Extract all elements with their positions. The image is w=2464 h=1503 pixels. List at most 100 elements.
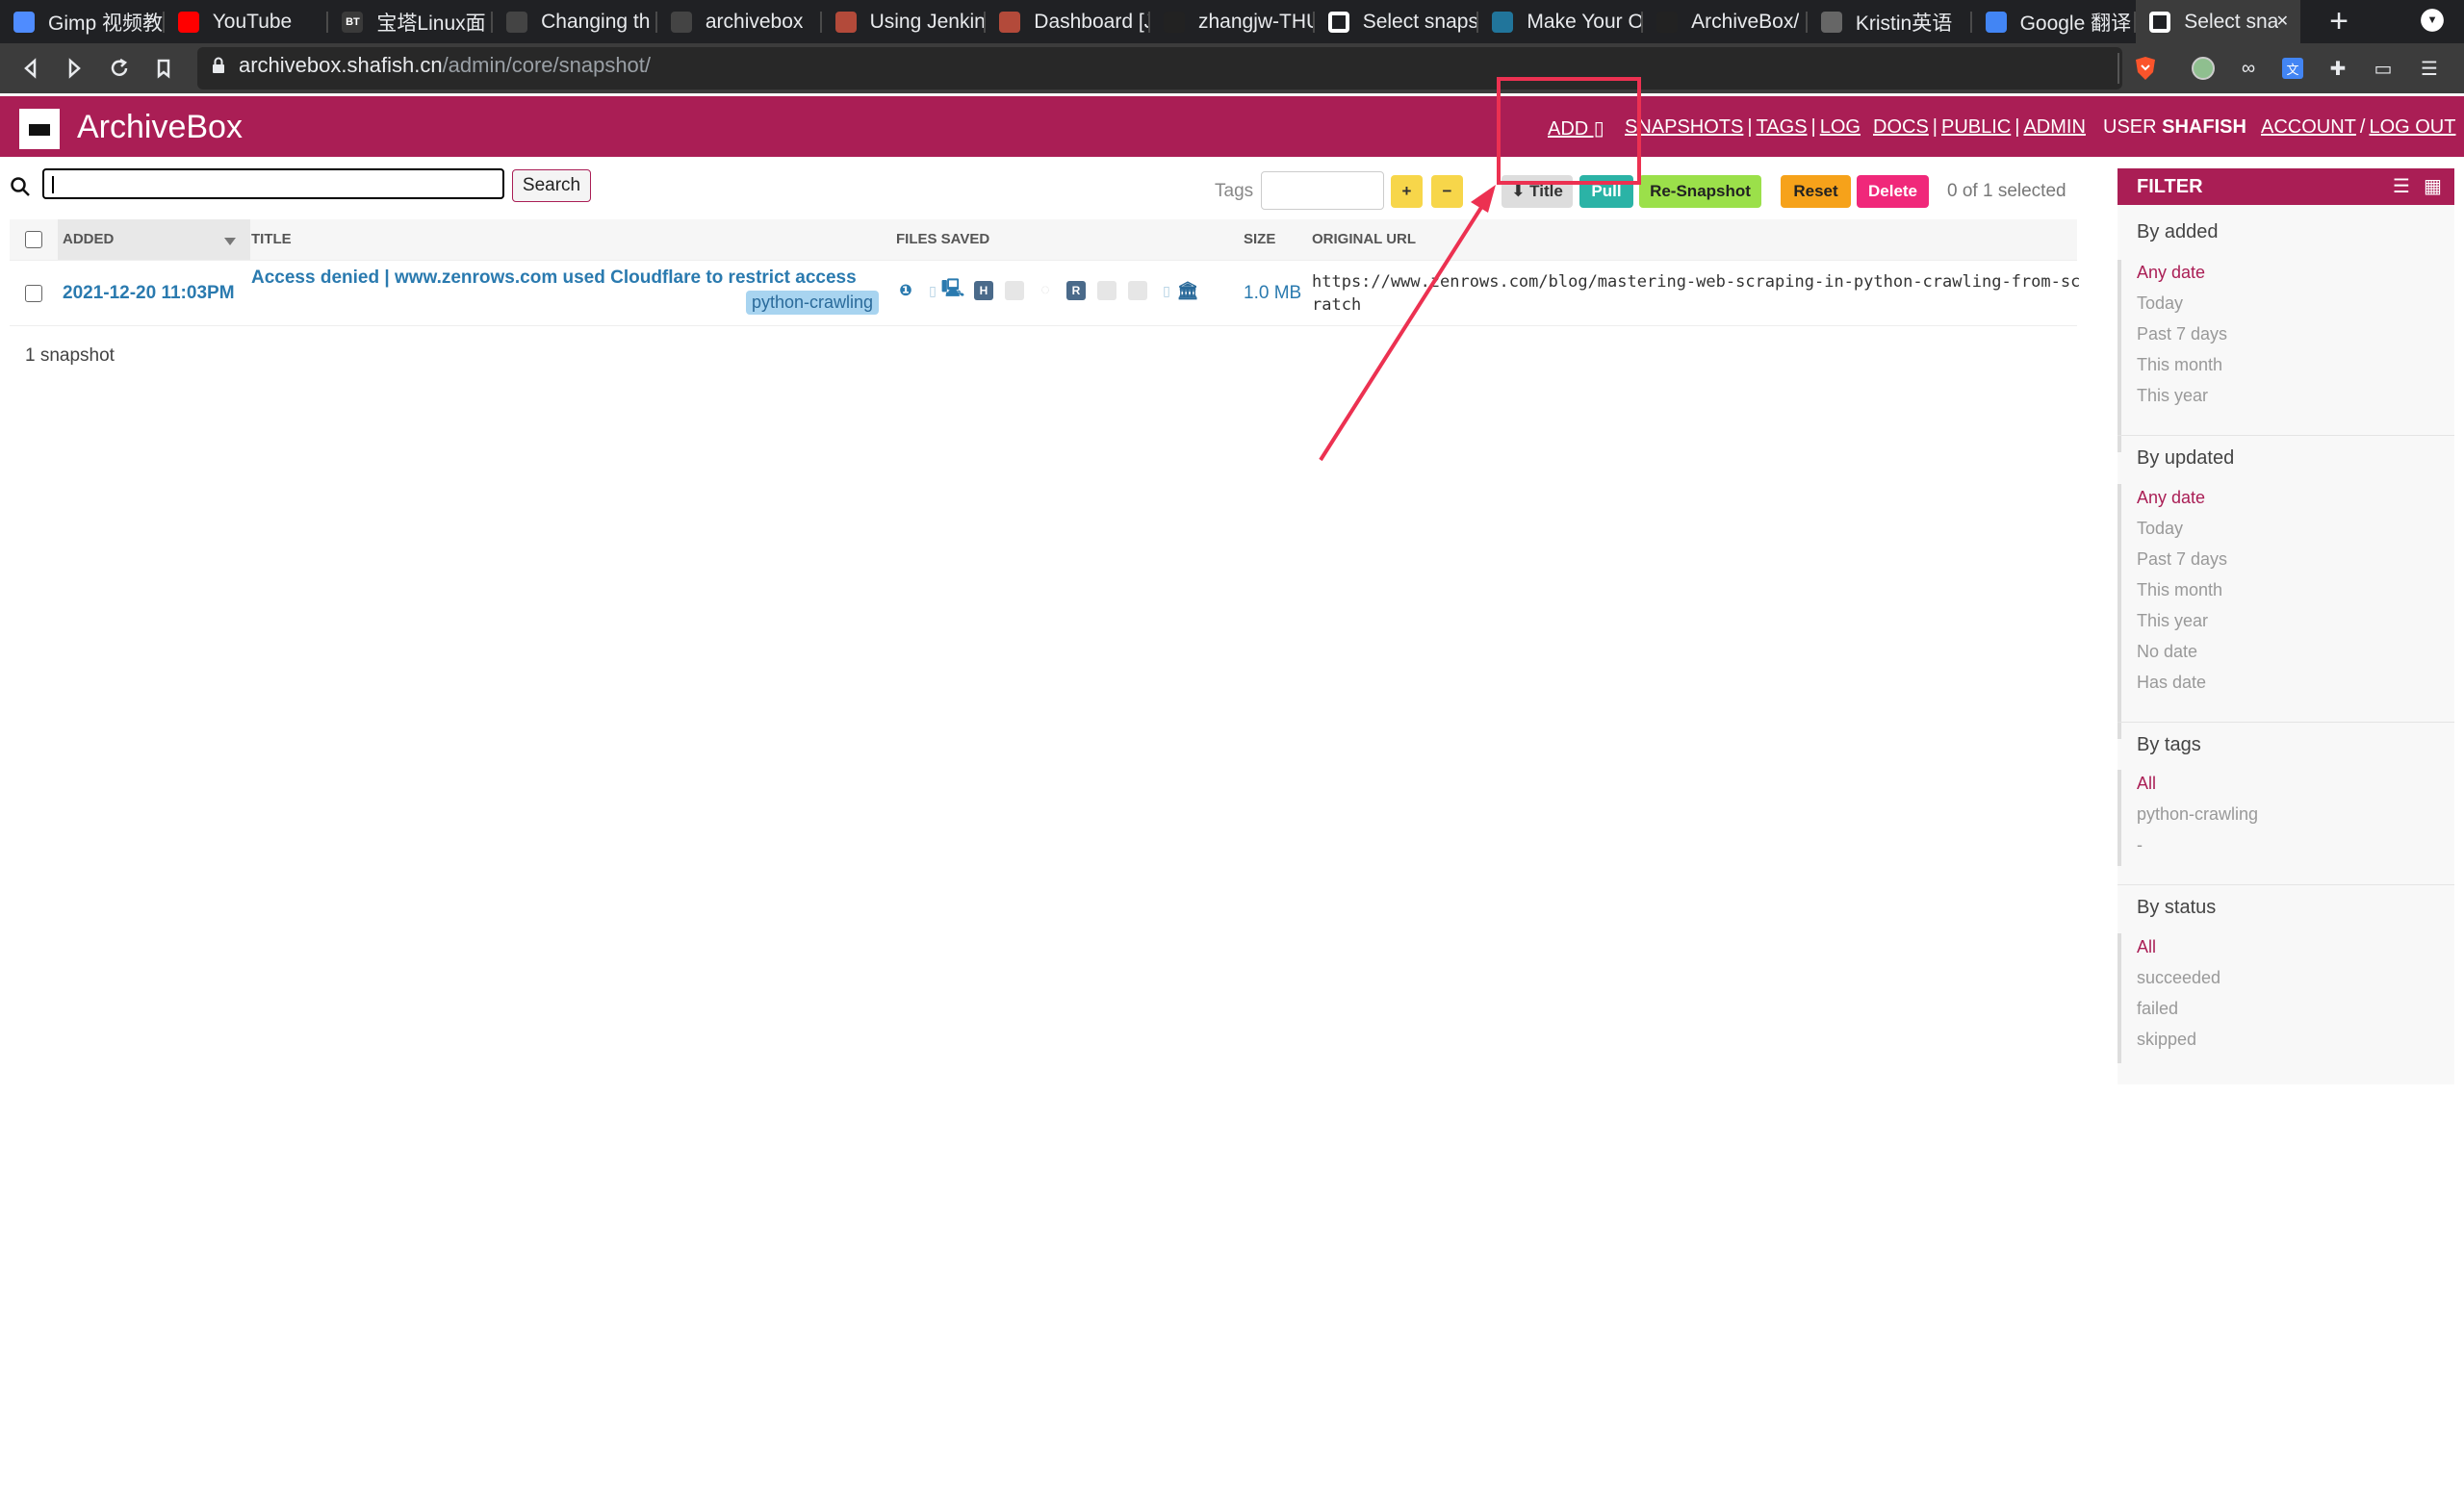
filter-added-month[interactable]: This month [2137, 355, 2222, 375]
row-checkbox[interactable] [25, 285, 42, 302]
delete-button[interactable]: Delete [1857, 175, 1929, 208]
close-tab-icon[interactable]: ✕ [2276, 12, 2289, 31]
added-date-link[interactable]: 2021-12-20 11:03PM [63, 283, 235, 304]
snapshot-title-link[interactable]: Access denied | www.zenrows.com used Clo… [251, 267, 857, 289]
browser-tab[interactable]: Gimp 视频教 [0, 0, 165, 43]
nav-public[interactable]: PUBLIC [1941, 116, 2011, 138]
browser-tab[interactable]: Make Your O [1478, 0, 1644, 43]
favicon-icon[interactable]: ▯ [1157, 281, 1176, 300]
nav-admin[interactable]: ADMIN [2023, 116, 2085, 138]
browser-tab[interactable]: Kristin英语 [1808, 0, 1972, 43]
browser-tab[interactable]: Using Jenkins [822, 0, 987, 43]
archive-org-icon[interactable]: 🏛 [1177, 281, 1199, 300]
readability-icon[interactable]: R [1066, 281, 1086, 300]
nav-account[interactable]: ACCOUNT [2261, 116, 2356, 138]
browser-tab-label: Make Your O [1527, 10, 1644, 33]
bookmark-button[interactable] [146, 51, 181, 86]
filter-updated-7days[interactable]: Past 7 days [2137, 549, 2227, 570]
tab-search-button[interactable]: ▼ [2421, 9, 2444, 32]
column-original-url[interactable]: ORIGINAL URL [1312, 231, 1416, 247]
new-tab-button[interactable]: + [2315, 0, 2363, 43]
filter-updated-month[interactable]: This month [2137, 580, 2222, 600]
nav-log[interactable]: LOG [1820, 116, 1861, 138]
filter-added-year[interactable]: This year [2137, 386, 2208, 406]
sort-desc-icon[interactable] [223, 237, 237, 246]
archivebox-icon [1327, 11, 1349, 33]
git-icon[interactable] [1128, 281, 1147, 300]
nav-separator: / [2359, 116, 2366, 138]
browser-tab[interactable]: Google 翻译 [1972, 0, 2137, 43]
filter-tags-all[interactable]: All [2137, 774, 2156, 794]
column-files-saved[interactable]: FILES SAVED [896, 231, 989, 247]
user-label: USER SHAFISH [2103, 116, 2246, 138]
column-title[interactable]: TITLE [251, 231, 292, 247]
browser-tab[interactable]: BT 宝塔Linux面 [328, 0, 494, 43]
screenshot-icon[interactable]: 🖳 [941, 278, 964, 300]
extension-glasses-icon[interactable]: ∞ [2235, 55, 2262, 82]
filter-updated-nodate[interactable]: No date [2137, 642, 2197, 662]
filter-updated-year[interactable]: This year [2137, 611, 2208, 631]
browser-tab[interactable]: zhangjw-THU [1150, 0, 1315, 43]
brand-title[interactable]: ArchiveBox [77, 109, 243, 146]
media-icon[interactable] [1097, 281, 1116, 300]
original-url[interactable]: https://www.zenrows.com/blog/mastering-w… [1312, 270, 2082, 317]
filter-updated-today[interactable]: Today [2137, 519, 2183, 539]
owl-icon [506, 11, 528, 33]
browser-tab[interactable]: ArchiveBox/ [1643, 0, 1808, 43]
html-icon[interactable]: H [974, 281, 993, 300]
filter-updated-any[interactable]: Any date [2137, 488, 2205, 508]
nav-tags[interactable]: TAGS [1757, 116, 1808, 138]
back-button[interactable] [13, 51, 48, 86]
add-tag-button[interactable]: + [1391, 175, 1423, 208]
browser-tab[interactable]: YouTube [165, 0, 329, 43]
pdf-icon[interactable] [1005, 281, 1024, 300]
youtube-icon [177, 11, 199, 33]
file-icon[interactable]: ▯ [923, 281, 942, 300]
browser-tab[interactable]: Select snaps [1315, 0, 1479, 43]
resnapshot-button[interactable]: Re-Snapshot [1639, 175, 1761, 208]
select-all-checkbox[interactable] [25, 231, 42, 248]
nav-snapshots[interactable]: SNAPSHOTS [1625, 116, 1743, 138]
filter-bar [2118, 770, 2121, 866]
extension-translate-icon[interactable]: 文 [2279, 55, 2306, 82]
extension-green-icon[interactable] [2190, 55, 2217, 82]
brave-shield-icon[interactable] [2132, 55, 2159, 82]
extensions-puzzle-icon[interactable]: ✚ [2324, 55, 2351, 82]
column-added[interactable]: ADDED [63, 231, 114, 247]
filter-added-today[interactable]: Today [2137, 293, 2183, 314]
archivebox-logo[interactable] [19, 109, 60, 149]
browser-tab[interactable]: Dashboard [J [986, 0, 1150, 43]
reset-button[interactable]: Reset [1781, 175, 1851, 208]
filter-status-failed[interactable]: failed [2137, 999, 2178, 1019]
browser-tab[interactable]: Changing th [493, 0, 657, 43]
filter-tags-python-crawling[interactable]: python-crawling [2137, 804, 2258, 825]
filter-status-succeeded[interactable]: succeeded [2137, 968, 2220, 988]
menu-icon[interactable]: ☰ [2416, 55, 2443, 82]
filter-status-all[interactable]: All [2137, 937, 2156, 957]
nav-docs[interactable]: DOCS [1873, 116, 1929, 138]
bt-icon: BT [342, 11, 364, 33]
forward-button[interactable] [57, 51, 91, 86]
nav-separator: | [1747, 116, 1753, 138]
search-button[interactable]: Search [512, 169, 591, 202]
grid-view-icon[interactable]: ▦ [2424, 174, 2442, 198]
browser-tab[interactable]: archivebox [657, 0, 822, 43]
filter-updated-hasdate[interactable]: Has date [2137, 673, 2206, 693]
tag-badge[interactable]: python-crawling [746, 291, 880, 315]
reload-button[interactable] [102, 51, 137, 86]
filter-tags-none[interactable]: - [2137, 835, 2143, 855]
size-value[interactable]: 1.0 MB [1244, 283, 1301, 304]
browser-tab[interactable]: Select sna ✕ [2136, 0, 2300, 43]
wallet-icon[interactable]: ▭ [2370, 55, 2397, 82]
column-size[interactable]: SIZE [1244, 231, 1275, 247]
wget-icon[interactable]: ◌ [1036, 281, 1055, 300]
info-icon[interactable]: ❶ [896, 281, 915, 300]
filter-added-any[interactable]: Any date [2137, 263, 2205, 283]
search-input[interactable] [42, 168, 504, 199]
tags-input[interactable] [1261, 171, 1384, 210]
remove-tag-button[interactable]: − [1431, 175, 1463, 208]
filter-status-skipped[interactable]: skipped [2137, 1030, 2196, 1050]
filter-added-7days[interactable]: Past 7 days [2137, 324, 2227, 344]
nav-logout[interactable]: LOG OUT [2369, 116, 2455, 138]
list-view-icon[interactable]: ☰ [2393, 174, 2410, 198]
